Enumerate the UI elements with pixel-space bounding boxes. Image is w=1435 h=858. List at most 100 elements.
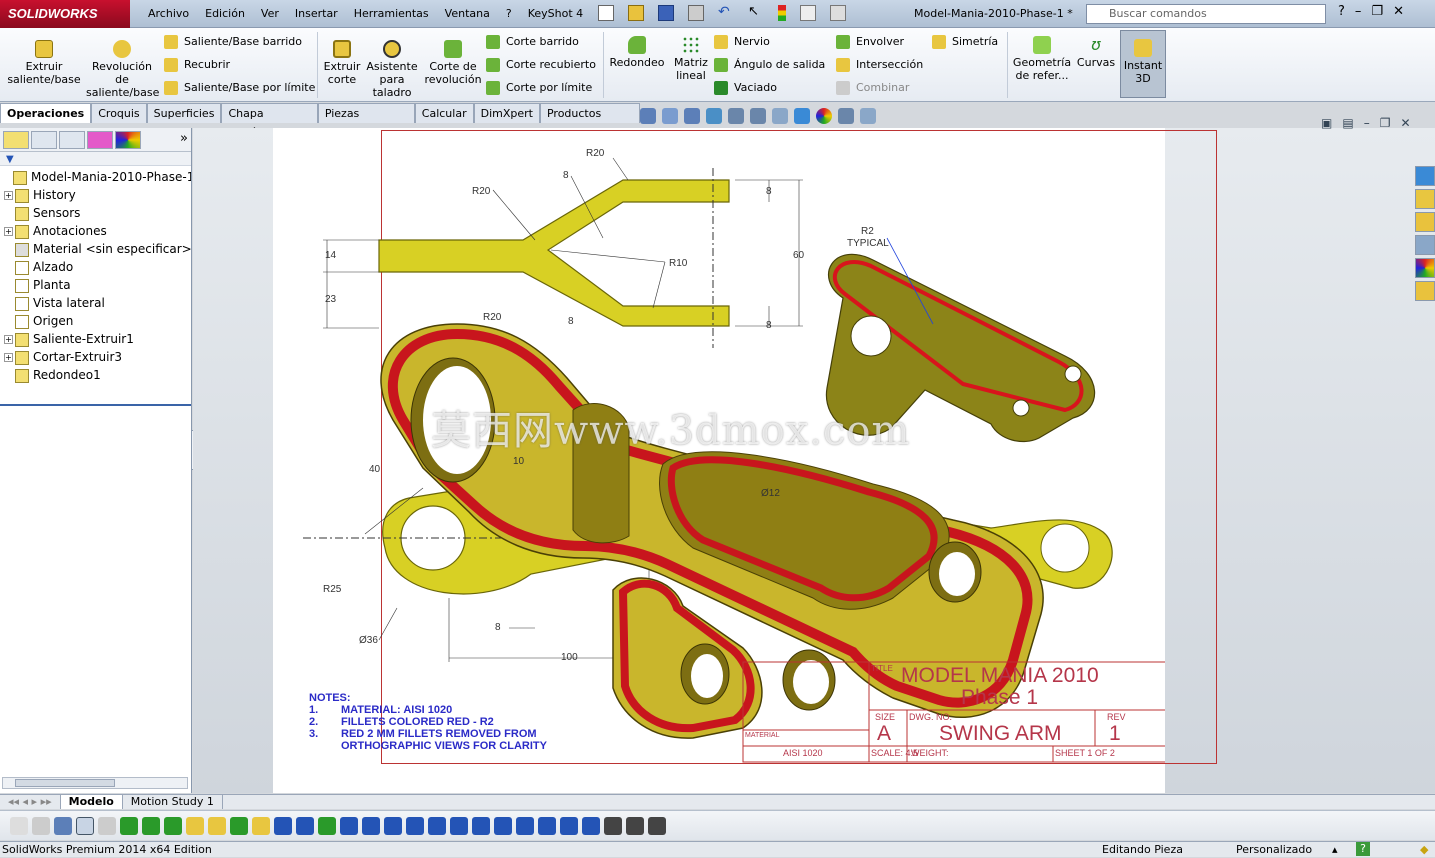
mirror-button[interactable]: Simetría — [932, 34, 998, 50]
combine-button[interactable]: Combinar — [836, 80, 909, 96]
view-settings-icon[interactable] — [838, 108, 854, 124]
sketch-relation-icon[interactable] — [604, 817, 622, 835]
window-layout-icon[interactable] — [860, 108, 876, 124]
tab-piezas-soldadas[interactable]: Piezas soldadas — [317, 103, 415, 139]
tree-item[interactable]: Model-Mania-2010-Phase-1 (De — [2, 168, 191, 186]
tree-item[interactable]: Planta — [4, 276, 71, 294]
hide-show-items-icon[interactable] — [772, 108, 788, 124]
property-manager-tab-icon[interactable] — [31, 131, 57, 149]
sketch-circle-icon[interactable] — [208, 817, 226, 835]
revolve-cut-button[interactable]: Corte de revolución — [424, 40, 482, 86]
panel-expand-chevron-icon[interactable]: » — [180, 131, 188, 148]
revolve-boss-button[interactable]: Revolución de saliente/base — [86, 40, 159, 99]
status-units[interactable]: Personalizado — [1236, 842, 1312, 858]
hole-wizard-button[interactable]: Asistente para taladro — [366, 40, 418, 99]
sketch-point-icon[interactable] — [230, 817, 248, 835]
expand-icon[interactable]: + — [4, 227, 13, 236]
doc-restore-icon[interactable]: ❐ — [1380, 116, 1391, 130]
extrude-boss-button[interactable]: Extruir saliente/base — [6, 40, 82, 86]
appearances-icon[interactable] — [1415, 258, 1435, 278]
sketch-scale-icon[interactable] — [428, 817, 446, 835]
wrap-button[interactable]: Envolver — [836, 34, 904, 50]
select-icon[interactable]: ↖ — [748, 5, 764, 21]
status-resize-icon[interactable]: ◆ — [1420, 842, 1428, 858]
menu-keyshot[interactable]: KeyShot 4 — [520, 0, 591, 28]
tab-dimxpert[interactable]: DimXpert — [473, 103, 540, 123]
help-icon[interactable]: ? — [1338, 4, 1345, 19]
design-library-icon[interactable] — [1415, 189, 1435, 209]
panel-horizontal-scrollbar[interactable] — [2, 777, 188, 789]
tab-croquis[interactable]: Croquis — [91, 103, 147, 123]
feature-manager-tab-icon[interactable] — [3, 131, 29, 149]
dimxpert-manager-tab-icon[interactable] — [87, 131, 113, 149]
sketch-copy-icon[interactable] — [450, 817, 468, 835]
filter-edges-icon[interactable] — [54, 817, 72, 835]
zoom-to-fit-icon[interactable] — [640, 108, 656, 124]
tile-icon[interactable]: ▣ — [1321, 116, 1332, 130]
solidworks-resources-icon[interactable] — [1415, 166, 1435, 186]
tree-item[interactable]: Vista lateral — [4, 294, 105, 312]
select-arrow-icon[interactable] — [76, 817, 94, 835]
undo-icon[interactable]: ↶ — [718, 5, 734, 21]
appearance-icon[interactable] — [794, 108, 810, 124]
menu-ventana[interactable]: Ventana — [437, 0, 498, 28]
extrude-cut-button[interactable]: Extruir corte — [322, 40, 362, 86]
sketch-extend-icon[interactable] — [296, 817, 314, 835]
sketch-fix-icon[interactable] — [648, 817, 666, 835]
restore-icon[interactable]: ❐ — [1371, 4, 1383, 19]
tab-motion-study[interactable]: Motion Study 1 — [123, 795, 223, 809]
options-icon[interactable] — [830, 5, 846, 21]
sketch-arc-icon[interactable] — [142, 817, 160, 835]
expand-icon[interactable]: + — [4, 191, 13, 200]
doc-close-icon[interactable]: ✕ — [1400, 116, 1410, 130]
status-help-icon[interactable]: ? — [1356, 842, 1370, 856]
new-file-icon[interactable] — [598, 5, 614, 21]
draft-button[interactable]: Ángulo de salida — [714, 57, 825, 73]
curves-button[interactable]: ʊ Curvas — [1076, 36, 1116, 70]
display-manager-tab-icon[interactable] — [115, 131, 141, 149]
view-palette-icon[interactable] — [1415, 235, 1435, 255]
sketch-spline-icon[interactable] — [252, 817, 270, 835]
sketch-line-icon[interactable] — [120, 817, 138, 835]
sketch-offset-icon[interactable] — [318, 817, 336, 835]
custom-properties-icon[interactable] — [1415, 281, 1435, 301]
graphics-area[interactable]: R20 R20 R20 8 8 8 8 R10 14 23 60 R2 TYPI… — [193, 116, 1435, 793]
scrollbar-thumb[interactable] — [15, 779, 115, 787]
menu-herramientas[interactable]: Herramientas — [346, 0, 437, 28]
swept-cut-button[interactable]: Corte barrido — [486, 34, 579, 50]
tree-item[interactable]: + History — [4, 186, 76, 204]
search-input[interactable]: Buscar comandos — [1086, 4, 1326, 24]
tab-operaciones[interactable]: Operaciones — [0, 103, 92, 123]
fillet-button[interactable]: Redondeo — [608, 36, 666, 69]
sketch-mirror-icon[interactable] — [340, 817, 358, 835]
sketch-stretch-icon[interactable] — [472, 817, 490, 835]
tab-scroll-arrows-icon[interactable]: ◂◂ ◂ ▸ ▸▸ — [0, 795, 61, 809]
close-icon[interactable]: ✕ — [1393, 4, 1404, 19]
sketch-pattern-icon[interactable] — [362, 817, 380, 835]
tree-item[interactable]: Redondeo1 — [4, 366, 101, 384]
file-properties-icon[interactable] — [800, 5, 816, 21]
save-icon[interactable] — [658, 5, 674, 21]
zoom-area-icon[interactable] — [662, 108, 678, 124]
rib-button[interactable]: Nervio — [714, 34, 770, 50]
configuration-manager-tab-icon[interactable] — [59, 131, 85, 149]
view-orientation-icon[interactable] — [728, 108, 744, 124]
doc-minimize-icon[interactable]: – — [1364, 116, 1370, 130]
file-explorer-icon[interactable] — [1415, 212, 1435, 232]
sketch-rotate-icon[interactable] — [406, 817, 424, 835]
solidworks-logo[interactable]: SOLIDWORKS — [0, 0, 130, 28]
linear-pattern-button[interactable]: Matriz lineal — [670, 36, 712, 82]
sketch-fillet-icon[interactable] — [494, 817, 512, 835]
instant3d-button[interactable]: Instant 3D — [1120, 30, 1166, 98]
sketch-dimension-icon[interactable] — [626, 817, 644, 835]
tree-filter[interactable]: ▼ — [0, 152, 191, 166]
filter-toolbar-icon[interactable] — [10, 817, 28, 835]
filter-vertices-icon[interactable] — [32, 817, 50, 835]
menu-edicion[interactable]: Edición — [197, 0, 253, 28]
cascade-icon[interactable]: ▤ — [1342, 116, 1353, 130]
section-view-icon[interactable] — [706, 108, 722, 124]
expand-icon[interactable]: + — [4, 353, 13, 362]
print-icon[interactable] — [688, 5, 704, 21]
tab-chapa-metalica[interactable]: Chapa metálica — [221, 103, 318, 139]
menu-ver[interactable]: Ver — [253, 0, 287, 28]
